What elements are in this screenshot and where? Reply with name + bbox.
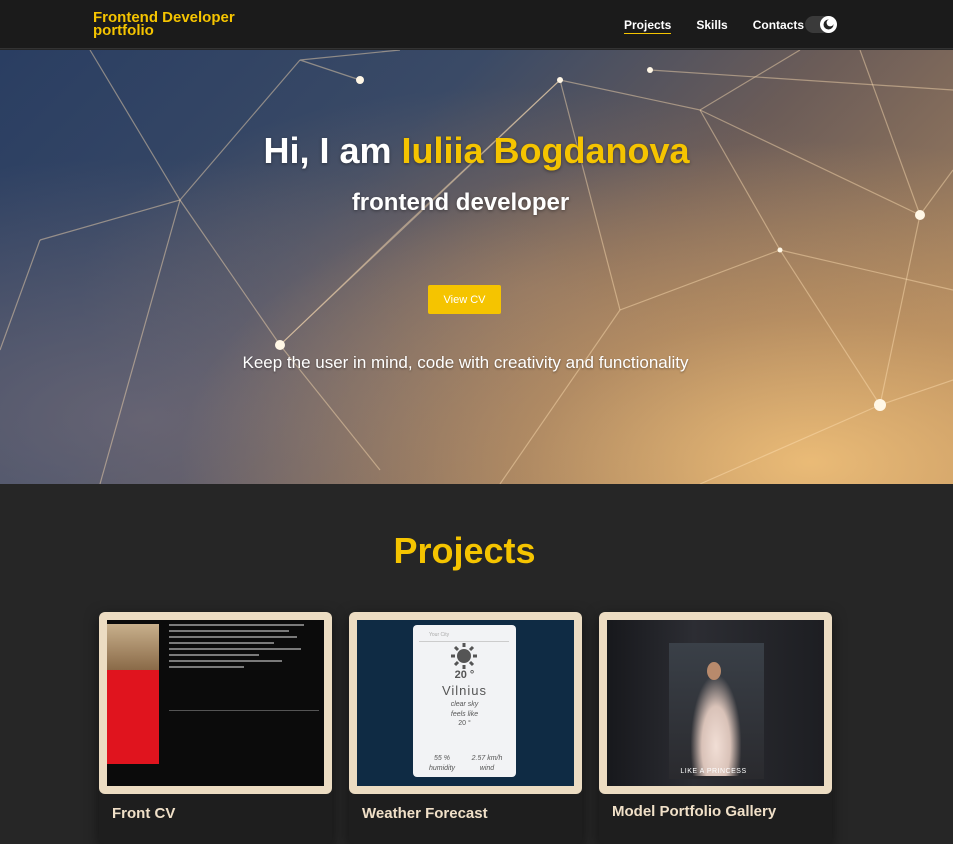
moon-icon — [823, 19, 834, 30]
cv-photo — [107, 624, 159, 670]
weather-city: Vilnius — [441, 683, 488, 698]
network-background — [0, 50, 953, 484]
hero-section: Hi, I am Iuliia Bogdanova frontend devel… — [0, 50, 953, 484]
hero-name: Iuliia Bogdanova — [401, 130, 690, 171]
cv-preview-image — [107, 620, 324, 786]
weather-feels-label: feels like — [450, 711, 479, 718]
project-thumbnail: Your City 20 ° Vilnius clear sky feels l… — [349, 612, 582, 794]
weather-widget: Your City 20 ° Vilnius clear sky feels l… — [413, 625, 516, 777]
hero-role: frontend developer — [351, 189, 570, 216]
gallery-preview-image: LIKE A PRINCESS — [607, 620, 824, 786]
hero-greeting: Hi, I am — [263, 130, 402, 171]
hero-heading: Hi, I am Iuliia Bogdanova — [0, 130, 953, 172]
nav-link-skills[interactable]: Skills — [696, 18, 727, 34]
project-card-gallery[interactable]: LIKE A PRINCESS Model Portfolio Gallery — [599, 612, 832, 844]
project-card-weather[interactable]: Your City 20 ° Vilnius clear sky feels l… — [349, 612, 582, 844]
weather-temp: 20 ° — [454, 669, 475, 681]
city-search: Your City — [419, 630, 509, 642]
city-search-placeholder: Your City — [429, 632, 450, 638]
weather-feels: 20 ° — [458, 720, 471, 727]
theme-toggle[interactable] — [805, 16, 837, 33]
weather-wind: 2.57 km/h — [471, 755, 503, 762]
project-thumbnail — [99, 612, 332, 794]
weather-humidity: 55 % — [434, 755, 450, 762]
view-cv-button[interactable]: View CV — [428, 285, 501, 314]
cv-sidebar — [107, 670, 159, 764]
weather-humidity-label: humidity — [428, 765, 456, 772]
weather-wind-label: wind — [479, 765, 495, 772]
hero-tagline: Keep the user in mind, code with creativ… — [242, 353, 689, 372]
project-thumbnail: LIKE A PRINCESS — [599, 612, 832, 794]
project-card-front-cv[interactable]: Front CV — [99, 612, 332, 844]
weather-preview-image: Your City 20 ° Vilnius clear sky feels l… — [357, 620, 574, 786]
top-navbar: Frontend Developer portfolio Projects Sk… — [0, 0, 953, 49]
projects-heading: Projects — [393, 530, 536, 571]
gallery-caption: LIKE A PRINCESS — [680, 768, 747, 775]
model-head — [707, 662, 721, 680]
cv-sections — [169, 710, 319, 711]
sun-icon — [451, 643, 477, 669]
model-dress — [691, 676, 741, 776]
nav-link-contacts[interactable]: Contacts — [753, 18, 804, 34]
weather-desc: clear sky — [450, 701, 479, 708]
project-title[interactable]: Model Portfolio Gallery — [612, 803, 776, 820]
project-title[interactable]: Weather Forecast — [362, 805, 488, 822]
project-title[interactable]: Front CV — [112, 805, 175, 822]
brand-logo-text[interactable]: Frontend Developer portfolio — [93, 10, 263, 38]
nav-link-projects[interactable]: Projects — [624, 18, 672, 34]
cv-text-lines — [169, 624, 319, 672]
nav-menu: Projects Skills Contacts — [624, 18, 804, 34]
